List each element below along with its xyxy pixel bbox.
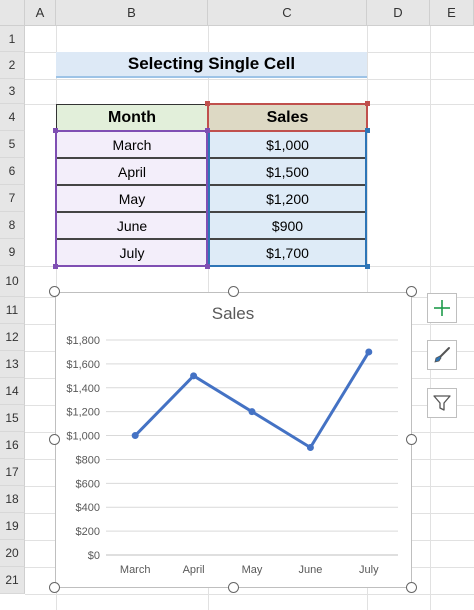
header-sales-cell[interactable]: Sales (208, 104, 367, 131)
sales-cell[interactable]: $1,000 (208, 131, 367, 158)
chart-elements-button[interactable] (427, 293, 457, 323)
data-point[interactable] (248, 408, 256, 416)
row-header[interactable]: 14 (0, 378, 25, 405)
series-line[interactable] (134, 351, 371, 449)
row-header[interactable]: 5 (0, 131, 25, 158)
chart-title[interactable]: Sales (212, 304, 255, 323)
month-cell[interactable]: April (56, 158, 208, 185)
resize-handle[interactable] (49, 434, 60, 445)
range-handle[interactable] (205, 101, 210, 106)
gridline (25, 79, 474, 80)
row-header[interactable]: 10 (0, 266, 25, 297)
range-handle[interactable] (365, 128, 370, 133)
column-header-a[interactable]: A (25, 0, 56, 26)
resize-handle[interactable] (406, 434, 417, 445)
line-chart[interactable]: Sales $0 $200 $400 $600 $800 $1,000 $1,200 $1,4… (55, 292, 412, 588)
x-tick-label: July (359, 564, 379, 576)
row-header[interactable]: 2 (0, 52, 25, 79)
month-cell[interactable]: July (56, 239, 208, 266)
resize-handle[interactable] (406, 286, 417, 297)
resize-handle[interactable] (49, 286, 60, 297)
sales-cell[interactable]: $900 (208, 212, 367, 239)
chart-styles-button[interactable] (427, 340, 457, 370)
range-handle[interactable] (365, 264, 370, 269)
sales-cell[interactable]: $1,700 (208, 239, 367, 266)
row-header[interactable]: 16 (0, 432, 25, 459)
x-tick-label: March (120, 564, 151, 576)
y-tick-label: $1,600 (66, 359, 100, 371)
row-header[interactable]: 17 (0, 459, 25, 486)
resize-handle[interactable] (228, 286, 239, 297)
row-header[interactable]: 11 (0, 297, 25, 324)
row-header[interactable]: 19 (0, 513, 25, 540)
row-header[interactable]: 15 (0, 405, 25, 432)
column-header-c[interactable]: C (208, 0, 367, 26)
range-handle[interactable] (365, 101, 370, 106)
month-cell[interactable]: March (56, 131, 208, 158)
resize-handle[interactable] (406, 582, 417, 593)
range-handle[interactable] (53, 128, 58, 133)
row-header[interactable]: 13 (0, 351, 25, 378)
month-cell[interactable]: June (56, 212, 208, 239)
y-tick-label: $1,400 (66, 383, 100, 395)
select-all-corner[interactable] (0, 0, 25, 26)
y-tick-label: $400 (76, 502, 100, 514)
x-tick-label: May (242, 564, 263, 576)
column-header-b[interactable]: B (56, 0, 208, 26)
gridline (25, 266, 474, 267)
header-month-cell[interactable]: Month (56, 104, 208, 131)
plus-icon (434, 300, 450, 316)
resize-handle[interactable] (49, 582, 60, 593)
column-header-e[interactable]: E (430, 0, 474, 26)
row-header[interactable]: 1 (0, 26, 25, 52)
sales-cell[interactable]: $1,500 (208, 158, 367, 185)
data-point[interactable] (365, 348, 373, 356)
row-header[interactable]: 3 (0, 79, 25, 104)
x-tick-label: April (183, 564, 205, 576)
x-tick-label: June (298, 564, 322, 576)
row-header[interactable]: 9 (0, 239, 25, 266)
spreadsheet: A B C D E 1 2 3 4 5 6 7 8 9 10 11 12 13 … (0, 0, 474, 610)
y-tick-label: $1,200 (66, 407, 100, 419)
brush-icon (434, 347, 450, 363)
y-tick-label: $600 (76, 478, 100, 490)
y-tick-label: $200 (76, 526, 100, 538)
month-cell[interactable]: May (56, 185, 208, 212)
data-point[interactable] (131, 432, 139, 440)
filter-icon (433, 395, 451, 411)
row-header[interactable]: 6 (0, 158, 25, 185)
row-header[interactable]: 4 (0, 104, 25, 131)
y-tick-label: $800 (76, 454, 100, 466)
range-handle[interactable] (205, 264, 210, 269)
range-handle[interactable] (53, 264, 58, 269)
row-header[interactable]: 12 (0, 324, 25, 351)
data-point[interactable] (306, 444, 314, 451)
column-header-d[interactable]: D (367, 0, 430, 26)
chart-filters-button[interactable] (427, 388, 457, 418)
row-header[interactable]: 20 (0, 540, 25, 567)
y-tick-label: $1,000 (66, 431, 100, 443)
row-header[interactable]: 18 (0, 486, 25, 513)
y-tick-label: $1,800 (66, 335, 100, 347)
resize-handle[interactable] (228, 582, 239, 593)
sheet-title-cell[interactable]: Selecting Single Cell (56, 52, 367, 78)
data-point[interactable] (190, 372, 198, 380)
y-tick-label: $0 (88, 550, 100, 562)
gridline (25, 594, 474, 595)
row-header[interactable]: 7 (0, 185, 25, 212)
range-handle[interactable] (205, 128, 210, 133)
row-header[interactable]: 21 (0, 567, 25, 594)
chart-plot: Sales $0 $200 $400 $600 $800 $1,000 $1,200 $1,4… (66, 304, 398, 576)
sales-cell[interactable]: $1,200 (208, 185, 367, 212)
row-header[interactable]: 8 (0, 212, 25, 239)
